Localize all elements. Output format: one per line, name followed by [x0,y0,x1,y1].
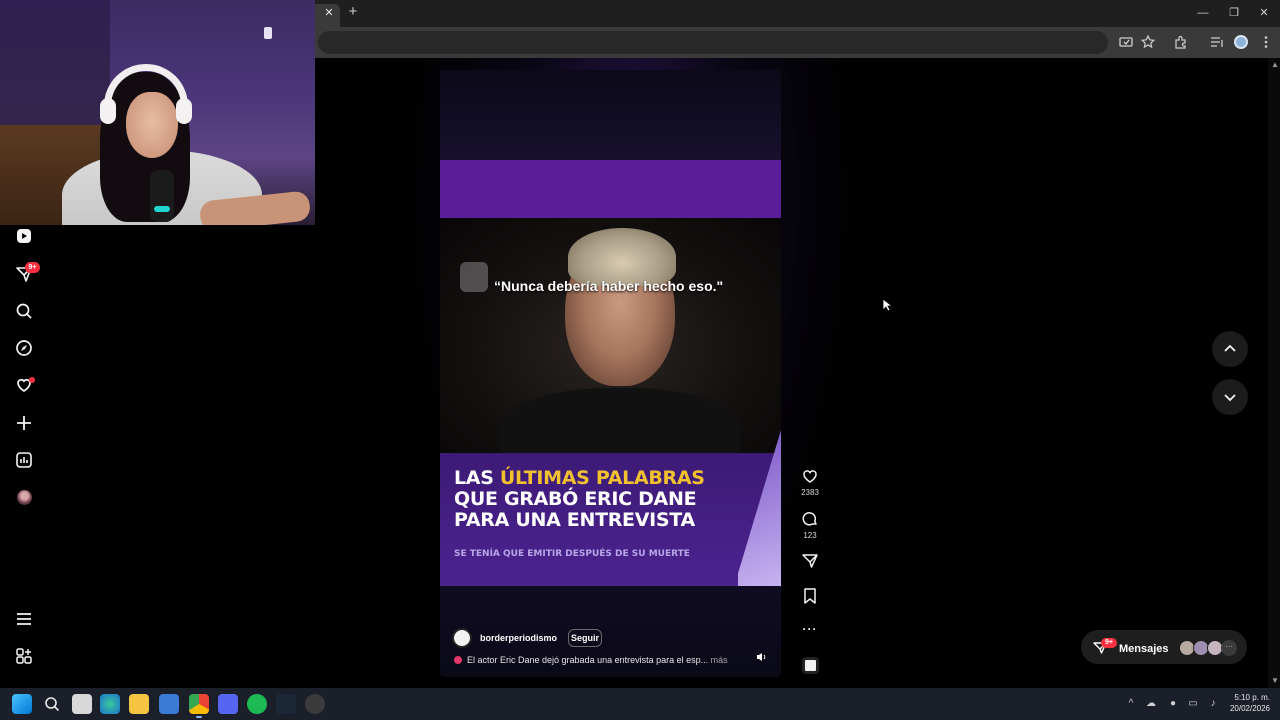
taskbar-search-icon[interactable] [42,694,62,714]
mouse-cursor-icon [882,298,894,312]
volume-icon[interactable] [755,651,767,663]
comments-count: 123 [803,531,817,540]
more-menu-icon[interactable] [14,609,34,629]
caption-text: El actor Eric Dane dejó grabada una entr… [467,655,709,665]
reel-top-area [440,70,781,160]
chevron-up-icon [1224,344,1236,352]
address-bar[interactable] [318,31,1108,54]
minimize-icon[interactable]: — [1193,5,1213,21]
restore-icon[interactable]: ❐ [1224,5,1244,21]
next-reel-button[interactable] [1212,379,1248,415]
follow-button[interactable]: Seguir [568,629,602,647]
reel-video-frame [440,218,781,453]
profile-nav-avatar[interactable] [17,490,32,505]
reel-subtitle: SE TENÍA QUE EMITIR DESPUÉS DE SU MUERTE [454,549,690,559]
headline-line: LAS ÚLTIMAS PALABRAS [454,467,705,489]
chrome-browser-icon[interactable] [189,694,209,714]
taskbar-clock[interactable]: 5:10 p. m. 20/02/2026 [1222,692,1270,716]
microsoft-store-icon[interactable] [159,694,179,714]
channel-watermark-logo [460,262,488,292]
more-options-icon[interactable]: ··· [801,623,819,635]
onedrive-icon[interactable]: ☁ [1144,697,1158,711]
dashboard-icon[interactable] [14,450,34,470]
reels-icon[interactable] [14,226,34,246]
file-explorer-icon[interactable] [129,694,149,714]
browser-menu-icon[interactable] [1258,34,1274,50]
notifications-badge: 9+ [25,262,40,273]
reel-caption: El actor Eric Dane dejó grabada una entr… [467,653,737,667]
scroll-up-arrow-icon[interactable]: ▲ [1271,60,1279,70]
notification-dot [29,377,35,383]
microphone [150,170,174,222]
like-heart-icon[interactable] [801,467,819,485]
author-avatar[interactable] [452,628,472,648]
headphone-right-cup [176,98,192,124]
save-bookmark-icon[interactable] [801,587,819,605]
reel-purple-banner [440,160,781,218]
search-icon[interactable] [14,301,34,321]
scroll-down-arrow-icon[interactable]: ▼ [1271,676,1279,686]
messages-label: Mensajes [1119,643,1169,655]
headline-line: QUE GRABÓ ERIC DANE [454,488,697,510]
obs-studio-icon[interactable] [305,694,325,714]
new-tab-icon[interactable]: + [346,4,360,20]
tray-overflow-icon[interactable]: ^ [1124,697,1138,711]
media-control-icon[interactable] [1209,34,1225,50]
caption-dot [454,656,462,664]
close-window-icon[interactable]: ✕ [1254,5,1274,21]
messages-badge: 9+ [1101,638,1117,648]
reel-quote: “Nunca debería haber hecho eso." [494,278,724,294]
volume-tray-icon[interactable]: ♪ [1206,697,1220,711]
steam-icon[interactable] [276,694,296,714]
also-from-meta-icon[interactable] [14,646,34,666]
likes-count: 2383 [801,488,819,497]
webcam-light [264,27,272,39]
task-view-icon[interactable] [72,694,92,714]
extensions-icon[interactable] [1173,34,1189,50]
chevron-down-icon [1224,394,1236,402]
tab-close-icon[interactable]: ✕ [323,6,335,20]
more-conversations-icon: ··· [1221,640,1237,656]
caption-more-link[interactable]: más [711,655,728,665]
network-icon[interactable]: ▭ [1186,697,1200,711]
author-name-link[interactable]: borderperiodismo [480,631,557,645]
explore-compass-icon[interactable] [14,338,34,358]
clock-date: 20/02/2026 [1229,704,1270,713]
discord-icon[interactable] [218,694,238,714]
clock-time: 5:10 p. m. [1234,693,1270,702]
microphone-light [154,206,170,212]
page-scrollbar[interactable] [1268,58,1280,688]
bookmark-star-icon[interactable] [1140,34,1156,50]
cast-icon[interactable] [1118,34,1134,50]
headline-line: PARA UNA ENTREVISTA [454,509,695,531]
webcam-overlay [0,0,315,225]
share-icon[interactable] [801,552,819,570]
chrome-active-indicator [196,716,202,718]
previous-reel-button[interactable] [1212,331,1248,367]
profile-avatar[interactable] [1234,35,1248,49]
reel-headline: LAS ÚLTIMAS PALABRAS QUE GRABÓ ERIC DANE… [454,468,754,531]
reel-video[interactable]: “Nunca debería haber hecho eso." LAS ÚLT… [440,70,781,677]
spotify-icon[interactable] [247,694,267,714]
headphone-left-cup [100,98,116,124]
original-audio-thumbnail[interactable] [802,657,819,674]
create-plus-icon[interactable] [14,413,34,433]
tray-app-icon[interactable]: ● [1166,697,1180,711]
screen: ✕ + — ❐ ✕ 9+ ▲ ▼ “Nunca debería haber he… [0,0,1280,720]
subject-shirt [500,388,740,453]
comment-icon[interactable] [801,510,819,528]
windows-start-icon[interactable] [12,694,32,714]
edge-browser-icon[interactable] [100,694,120,714]
